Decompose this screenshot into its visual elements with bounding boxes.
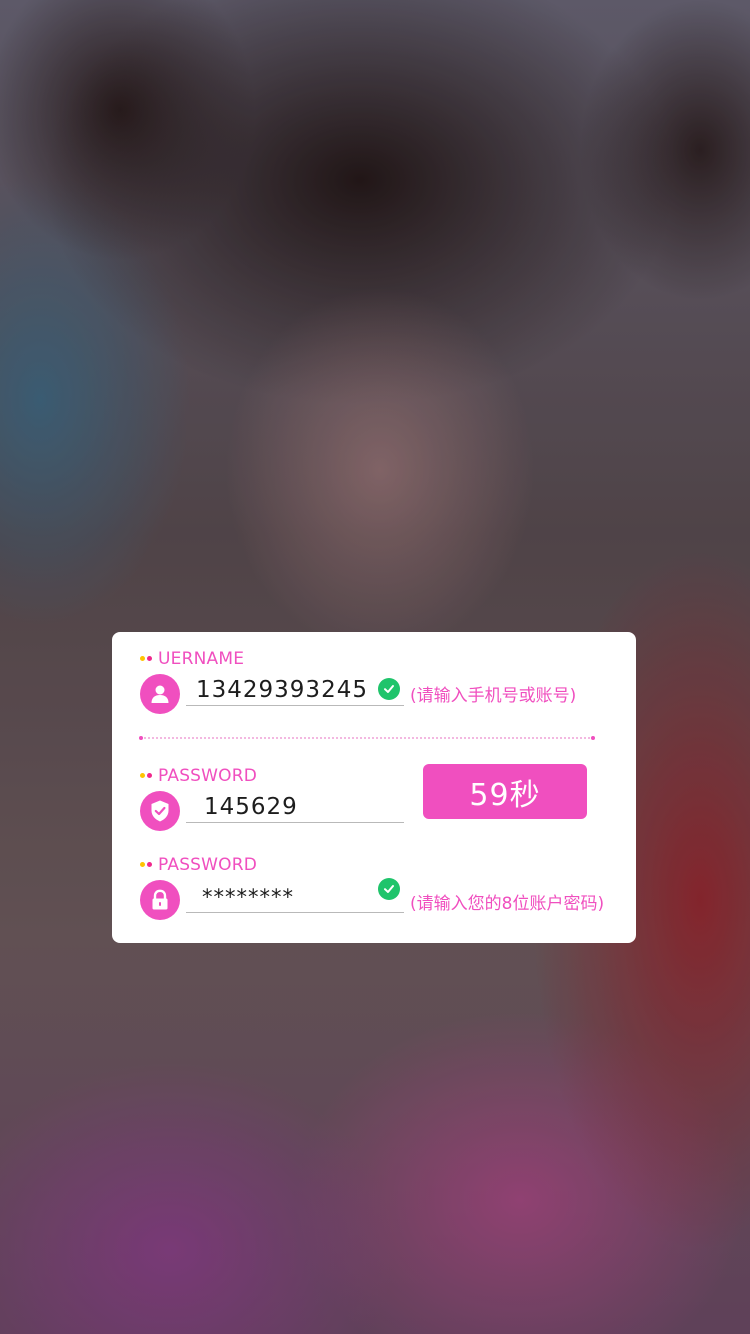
lock-icon xyxy=(140,880,180,920)
divider xyxy=(139,736,595,740)
label-dots-icon xyxy=(140,862,154,868)
username-label: UERNAME xyxy=(158,649,245,669)
username-hint: (请输入手机号或账号) xyxy=(410,686,577,706)
username-label-row: UERNAME xyxy=(140,648,244,670)
label-dots-icon xyxy=(140,773,154,779)
password-hint: (请输入您的8位账户密码) xyxy=(410,894,605,914)
password-input[interactable]: ******** xyxy=(186,881,404,913)
countdown-button[interactable]: 59秒 xyxy=(423,764,587,819)
shield-check-icon xyxy=(140,791,180,831)
code-label-row: PASSWORD xyxy=(140,765,257,787)
username-input[interactable]: 13429393245 xyxy=(186,674,404,706)
user-icon xyxy=(140,674,180,714)
username-valid-check-icon xyxy=(378,678,400,700)
password-label-row: PASSWORD xyxy=(140,854,257,876)
code-value: 145629 xyxy=(204,794,298,820)
password-label: PASSWORD xyxy=(158,855,258,875)
verification-code-input[interactable]: 145629 xyxy=(186,791,404,823)
password-valid-check-icon xyxy=(378,878,400,900)
password-value: ******** xyxy=(202,885,294,909)
label-dots-icon xyxy=(140,656,154,662)
login-card: UERNAME 13429393245 (请输入手机号或账号) PASSWORD… xyxy=(112,632,636,943)
code-label: PASSWORD xyxy=(158,766,258,786)
username-value: 13429393245 xyxy=(196,677,368,703)
